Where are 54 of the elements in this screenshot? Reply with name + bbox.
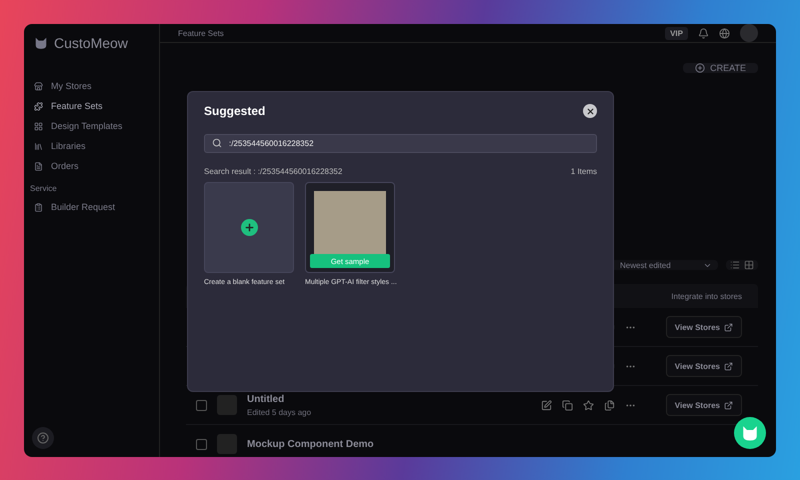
sidebar-item[interactable]: Builder Request (30, 197, 153, 217)
grid-view-icon[interactable] (744, 260, 754, 270)
list-view-icon[interactable] (730, 260, 740, 270)
cat-face-icon (741, 424, 759, 442)
search-icon (212, 138, 222, 148)
row-title: Mockup Component Demo (247, 438, 374, 450)
row-checkbox[interactable] (196, 438, 207, 450)
row-checkbox[interactable] (196, 400, 207, 410)
breadcrumb: Feature Sets (178, 28, 224, 38)
row-title: Untitled (247, 394, 286, 404)
menu-item-icon (34, 102, 43, 110)
close-icon (586, 106, 594, 116)
view-stores-button[interactable]: View Stores (666, 316, 742, 338)
help-icon (37, 432, 49, 444)
clipboard-icon (34, 202, 43, 212)
column-header: Integrate into stores (671, 292, 742, 300)
brand-name: CustoMeow (54, 35, 128, 51)
plus-icon (240, 219, 258, 236)
cat-logo-icon (34, 36, 48, 50)
external-link-icon (724, 400, 733, 410)
sidebar-item[interactable]: Orders (30, 156, 153, 176)
search-result-label: Search result : :/253544560016228352 (204, 167, 342, 176)
globe-icon[interactable] (719, 28, 730, 38)
photo-placeholder (314, 191, 386, 254)
view-stores-button[interactable]: View Stores (666, 394, 742, 416)
external-link-icon (724, 322, 733, 332)
external-link-icon (724, 362, 733, 370)
menu-item-icon (34, 162, 43, 170)
dialog-title: Suggested (204, 104, 266, 118)
star-icon[interactable] (582, 400, 594, 410)
menu-item-icon (34, 82, 43, 90)
search-field[interactable]: :/253544560016228352 (204, 134, 597, 153)
bell-icon[interactable] (698, 28, 709, 38)
copy-icon[interactable] (562, 400, 573, 410)
files-icon[interactable] (604, 400, 615, 410)
sidebar-item[interactable]: Feature Sets (30, 96, 153, 116)
sidebar-item[interactable]: Design Templates (30, 116, 153, 136)
menu-item-icon (34, 142, 43, 150)
edit-icon[interactable] (540, 400, 552, 410)
vip-badge: VIP (665, 26, 688, 40)
view-stores-button[interactable]: View Stores (666, 355, 742, 377)
section-label: Service (30, 184, 58, 193)
close-button[interactable] (583, 104, 597, 118)
row-subtitle: Edited 5 days ago (247, 408, 312, 416)
plus-icon (695, 63, 706, 73)
sidebar-item[interactable]: Libraries (30, 136, 153, 156)
menu-item-icon (34, 122, 43, 130)
thumbnail (217, 434, 237, 454)
thumbnail (217, 395, 237, 415)
blank-card[interactable] (204, 182, 294, 273)
item-count: 1 Items (570, 167, 597, 176)
help-button[interactable] (32, 427, 54, 449)
create-button[interactable]: CREATE (683, 63, 758, 73)
sidebar-item[interactable]: My Stores (30, 76, 153, 96)
